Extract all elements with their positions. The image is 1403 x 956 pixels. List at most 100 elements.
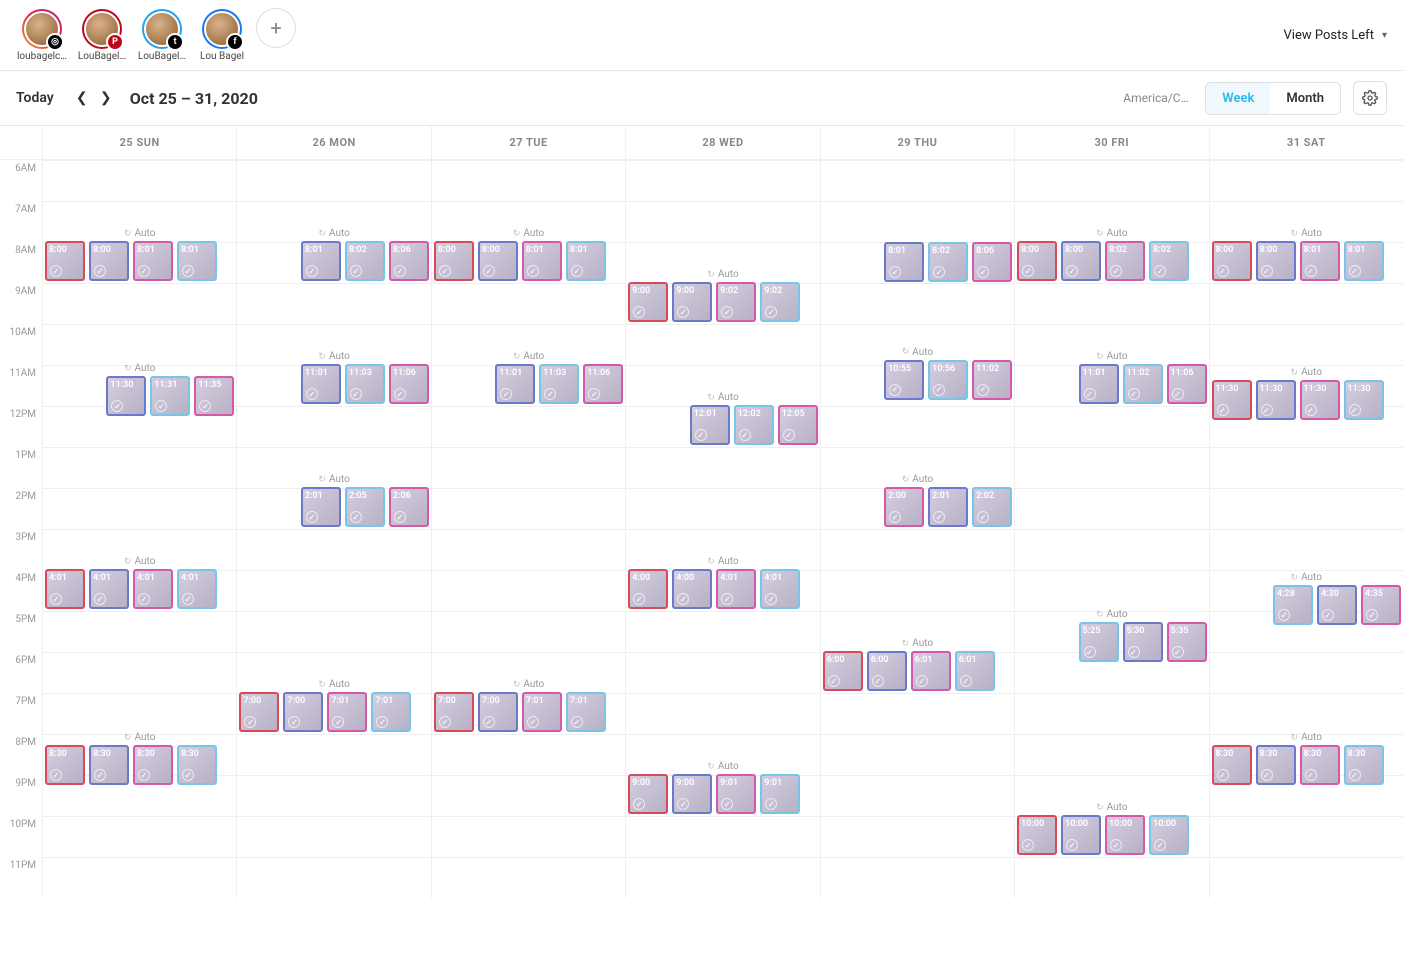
- scheduled-post[interactable]: 6:00: [867, 651, 907, 691]
- scheduled-post[interactable]: 4:35: [1361, 585, 1401, 625]
- scheduled-post[interactable]: 9:02: [716, 282, 756, 322]
- scheduled-post[interactable]: 2:01: [928, 487, 968, 527]
- scheduled-post[interactable]: 4:00: [628, 569, 668, 609]
- scheduled-post[interactable]: 2:00: [884, 487, 924, 527]
- scheduled-post[interactable]: 2:05: [345, 487, 385, 527]
- scheduled-post[interactable]: 9:00: [628, 282, 668, 322]
- scheduled-post[interactable]: 8:01: [133, 241, 173, 281]
- scheduled-post[interactable]: 9:00: [672, 774, 712, 814]
- day-column[interactable]: 8:018:028:06Auto10:5510:5611:02Auto2:002…: [820, 160, 1014, 898]
- week-view-button[interactable]: Week: [1206, 83, 1270, 114]
- scheduled-post[interactable]: 10:00: [1017, 815, 1057, 855]
- scheduled-post[interactable]: 11:30: [1344, 380, 1384, 420]
- scheduled-post[interactable]: 8:30: [133, 745, 173, 785]
- scheduled-post[interactable]: 2:01: [301, 487, 341, 527]
- scheduled-post[interactable]: 8:30: [1300, 745, 1340, 785]
- scheduled-post[interactable]: 8:00: [1061, 241, 1101, 281]
- scheduled-post[interactable]: 8:30: [177, 745, 217, 785]
- day-column[interactable]: Auto8:008:008:018:01Auto11:0111:0311:06A…: [431, 160, 625, 898]
- scheduled-post[interactable]: 11:01: [1079, 364, 1119, 404]
- view-posts-left[interactable]: View Posts Left ▾: [1284, 28, 1387, 43]
- prev-week-button[interactable]: ❮: [70, 86, 94, 110]
- account-fb[interactable]: f Lou Bagel: [196, 9, 248, 62]
- scheduled-post[interactable]: 12:05: [778, 405, 818, 445]
- scheduled-post[interactable]: 11:06: [583, 364, 623, 404]
- scheduled-post[interactable]: 8:01: [522, 241, 562, 281]
- scheduled-post[interactable]: 9:02: [760, 282, 800, 322]
- scheduled-post[interactable]: 12:01: [690, 405, 730, 445]
- scheduled-post[interactable]: 10:00: [1061, 815, 1101, 855]
- scheduled-post[interactable]: 9:01: [716, 774, 756, 814]
- scheduled-post[interactable]: 4:01: [760, 569, 800, 609]
- account-ig[interactable]: ◎ loubagelc…: [16, 9, 68, 62]
- scheduled-post[interactable]: 11:02: [972, 360, 1012, 400]
- scheduled-post[interactable]: 6:00: [823, 651, 863, 691]
- scheduled-post[interactable]: 6:01: [955, 651, 995, 691]
- scheduled-post[interactable]: 11:01: [495, 364, 535, 404]
- scheduled-post[interactable]: 7:01: [522, 692, 562, 732]
- scheduled-post[interactable]: 5:25: [1079, 622, 1119, 662]
- scheduled-post[interactable]: 4:30: [1317, 585, 1357, 625]
- settings-button[interactable]: [1353, 81, 1387, 115]
- scheduled-post[interactable]: 2:06: [389, 487, 429, 527]
- scheduled-post[interactable]: 8:00: [478, 241, 518, 281]
- scheduled-post[interactable]: 4:00: [672, 569, 712, 609]
- scheduled-post[interactable]: 11:31: [150, 376, 190, 416]
- scheduled-post[interactable]: 11:03: [345, 364, 385, 404]
- scheduled-post[interactable]: 8:01: [884, 242, 924, 282]
- scheduled-post[interactable]: 11:30: [1212, 380, 1252, 420]
- scheduled-post[interactable]: 8:30: [89, 745, 129, 785]
- day-column[interactable]: Auto8:008:008:018:01Auto11:3011:3111:35A…: [42, 160, 236, 898]
- scheduled-post[interactable]: 7:00: [478, 692, 518, 732]
- account-tw[interactable]: t LouBagel…: [136, 9, 188, 62]
- scheduled-post[interactable]: 8:06: [972, 242, 1012, 282]
- scheduled-post[interactable]: 5:35: [1167, 622, 1207, 662]
- scheduled-post[interactable]: 8:00: [434, 241, 474, 281]
- scheduled-post[interactable]: 4:01: [177, 569, 217, 609]
- scheduled-post[interactable]: 11:30: [1300, 380, 1340, 420]
- scheduled-post[interactable]: 8:06: [389, 241, 429, 281]
- scheduled-post[interactable]: 8:02: [1105, 241, 1145, 281]
- add-account-button[interactable]: +: [256, 8, 296, 48]
- scheduled-post[interactable]: 10:56: [928, 360, 968, 400]
- day-column[interactable]: Auto8:008:008:028:02Auto11:0111:0211:06A…: [1014, 160, 1208, 898]
- scheduled-post[interactable]: 9:00: [628, 774, 668, 814]
- scheduled-post[interactable]: 8:01: [1300, 241, 1340, 281]
- scheduled-post[interactable]: 11:01: [301, 364, 341, 404]
- scheduled-post[interactable]: 8:00: [45, 241, 85, 281]
- next-week-button[interactable]: ❯: [94, 86, 118, 110]
- scheduled-post[interactable]: 10:00: [1105, 815, 1145, 855]
- scheduled-post[interactable]: 8:30: [1212, 745, 1252, 785]
- scheduled-post[interactable]: 9:00: [672, 282, 712, 322]
- scheduled-post[interactable]: 8:00: [1256, 241, 1296, 281]
- scheduled-post[interactable]: 4:01: [89, 569, 129, 609]
- scheduled-post[interactable]: 8:00: [89, 241, 129, 281]
- scheduled-post[interactable]: 8:02: [1149, 241, 1189, 281]
- scheduled-post[interactable]: 8:00: [1017, 241, 1057, 281]
- day-column[interactable]: Auto8:008:008:018:01Auto11:3011:3011:301…: [1209, 160, 1403, 898]
- scheduled-post[interactable]: 8:01: [1344, 241, 1384, 281]
- scheduled-post[interactable]: 10:55: [884, 360, 924, 400]
- scheduled-post[interactable]: 6:01: [911, 651, 951, 691]
- scheduled-post[interactable]: 4:01: [133, 569, 173, 609]
- day-column[interactable]: Auto8:018:028:06Auto11:0111:0311:06Auto2…: [236, 160, 430, 898]
- scheduled-post[interactable]: 7:01: [327, 692, 367, 732]
- scheduled-post[interactable]: 8:01: [301, 241, 341, 281]
- scheduled-post[interactable]: 7:00: [239, 692, 279, 732]
- scheduled-post[interactable]: 8:30: [1256, 745, 1296, 785]
- scheduled-post[interactable]: 8:30: [1344, 745, 1384, 785]
- scheduled-post[interactable]: 11:06: [389, 364, 429, 404]
- scheduled-post[interactable]: 7:00: [283, 692, 323, 732]
- scheduled-post[interactable]: 11:03: [539, 364, 579, 404]
- scheduled-post[interactable]: 12:02: [734, 405, 774, 445]
- scheduled-post[interactable]: 11:30: [1256, 380, 1296, 420]
- scheduled-post[interactable]: 10:00: [1149, 815, 1189, 855]
- scheduled-post[interactable]: 8:30: [45, 745, 85, 785]
- scheduled-post[interactable]: 7:01: [371, 692, 411, 732]
- scheduled-post[interactable]: 11:06: [1167, 364, 1207, 404]
- scheduled-post[interactable]: 8:00: [1212, 241, 1252, 281]
- scheduled-post[interactable]: 11:30: [106, 376, 146, 416]
- today-button[interactable]: Today: [16, 90, 54, 106]
- scheduled-post[interactable]: 7:00: [434, 692, 474, 732]
- scheduled-post[interactable]: 9:01: [760, 774, 800, 814]
